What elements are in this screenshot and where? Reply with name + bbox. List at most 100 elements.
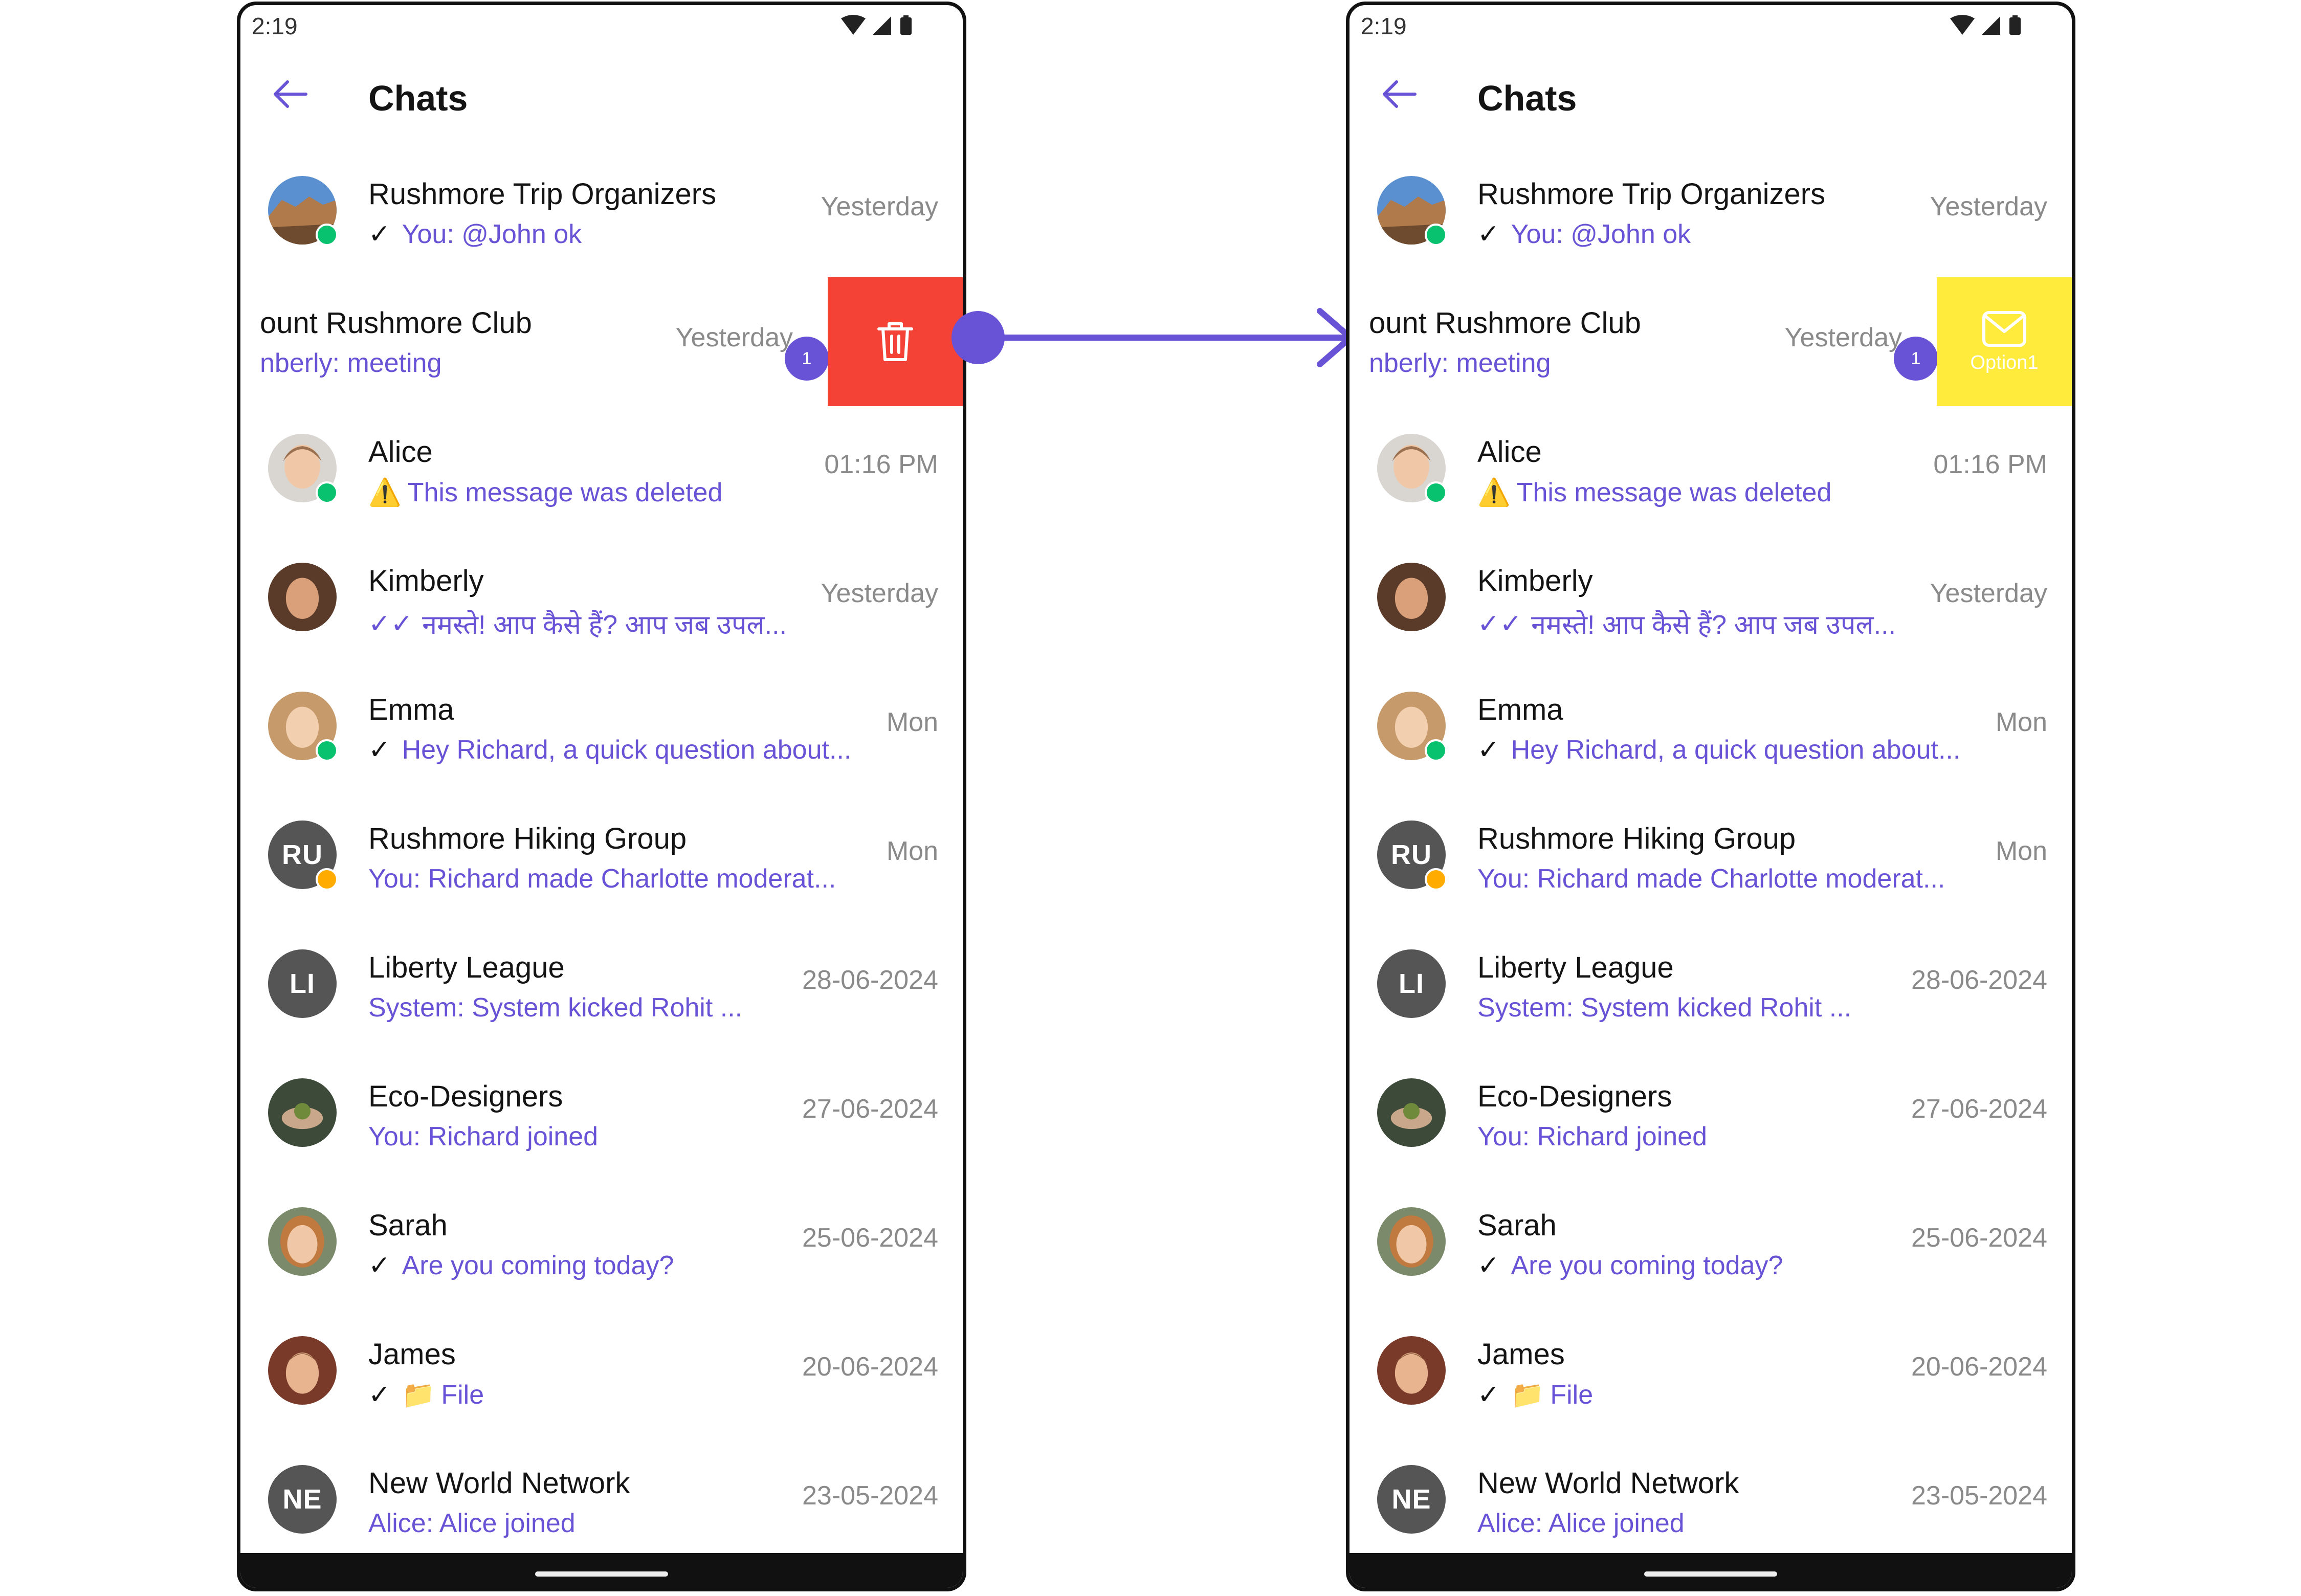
conversation-item[interactable]: LI Liberty League System: System kicked … bbox=[1349, 922, 2072, 1051]
message-preview: नमस्ते! आप कैसे हैं? आप जब उपल... bbox=[422, 610, 787, 640]
option-label: Option1 bbox=[1970, 351, 2039, 373]
page-title: Chats bbox=[1477, 78, 1577, 118]
last-message: System: System kicked Rohit ... bbox=[368, 992, 742, 1023]
conversation-name: Rushmore Trip Organizers bbox=[1477, 178, 1826, 211]
battery-icon bbox=[900, 17, 912, 35]
last-message: ✓ 📁 File bbox=[1477, 1379, 1593, 1410]
conversation-name: Kimberly bbox=[1477, 564, 1593, 597]
conversation-item-swiped[interactable]: ount Rushmore Club nberly: meeting Yeste… bbox=[240, 277, 963, 406]
conversation-name: Rushmore Trip Organizers bbox=[368, 178, 717, 211]
message-date: 28-06-2024 bbox=[1911, 965, 2047, 995]
message-date: 01:16 PM bbox=[1933, 450, 2047, 479]
conversation-item[interactable]: RU Rushmore Hiking Group You: Richard ma… bbox=[240, 793, 963, 922]
conversation-name: Kimberly bbox=[368, 564, 484, 597]
conversation-name: Emma bbox=[1477, 693, 1563, 726]
arrow-left-icon[interactable] bbox=[270, 74, 311, 115]
message-preview: Hey Richard, a quick question about... bbox=[402, 735, 852, 765]
signal-icon bbox=[1982, 16, 2000, 35]
message-date: Mon bbox=[1995, 836, 2047, 866]
conversation-name: Sarah bbox=[1477, 1209, 1557, 1242]
wifi-icon bbox=[841, 15, 866, 35]
conversation-item[interactable]: Kimberly ✓✓ नमस्ते! आप कैसे हैं? आप जब उ… bbox=[1349, 535, 2072, 664]
message-date: Mon bbox=[886, 707, 938, 737]
home-indicator[interactable] bbox=[535, 1571, 668, 1577]
trash-icon bbox=[877, 322, 913, 361]
conversation-item[interactable]: LI Liberty League System: System kicked … bbox=[240, 922, 963, 1051]
conversation-item[interactable]: Sarah ✓ Are you coming today? 25-06-2024 bbox=[240, 1180, 963, 1309]
avatar bbox=[266, 1205, 339, 1278]
avatar bbox=[266, 1076, 339, 1149]
folder-icon: 📁 bbox=[1511, 1380, 1544, 1410]
avatar bbox=[1375, 1334, 1448, 1407]
status-time: 2:19 bbox=[1361, 13, 1407, 39]
sent-receipt-icon: ✓ bbox=[368, 1380, 391, 1410]
conversation-item[interactable]: Rushmore Trip Organizers ✓ You: @John ok… bbox=[240, 148, 963, 277]
conversation-item[interactable]: NE New World Network Alice: Alice joined… bbox=[240, 1437, 963, 1566]
last-message: ⚠️ This message was deleted bbox=[1477, 477, 1831, 508]
conversation-item[interactable]: Eco-Designers You: Richard joined 27-06-… bbox=[1349, 1051, 2072, 1180]
status-icons bbox=[841, 15, 912, 35]
last-message: System: System kicked Rohit ... bbox=[1477, 992, 1851, 1023]
last-message: nberly: meeting bbox=[260, 348, 442, 379]
battery-icon bbox=[2009, 17, 2021, 35]
avatar bbox=[1375, 1205, 1448, 1278]
message-preview: You: Richard made Charlotte moderat... bbox=[368, 864, 836, 894]
conversation-item[interactable]: Emma ✓ Hey Richard, a quick question abo… bbox=[1349, 664, 2072, 793]
conversation-item[interactable]: NE New World Network Alice: Alice joined… bbox=[1349, 1437, 2072, 1566]
last-message: You: Richard made Charlotte moderat... bbox=[1477, 863, 1945, 894]
wifi-icon bbox=[1950, 15, 1975, 35]
conversation-name: Eco-Designers bbox=[1477, 1080, 1672, 1113]
avatar-initials: LI bbox=[266, 947, 339, 1020]
conversation-name: Rushmore Hiking Group bbox=[1477, 822, 1796, 855]
warning-icon: ⚠️ bbox=[1477, 478, 1511, 507]
sent-receipt-icon: ✓ bbox=[1477, 1380, 1500, 1410]
conversation-item-swiped[interactable]: ount Rushmore Club nberly: meeting Yeste… bbox=[1349, 277, 2072, 406]
conversation-item[interactable]: RU Rushmore Hiking Group You: Richard ma… bbox=[1349, 793, 2072, 922]
message-date: Yesterday bbox=[1784, 323, 1902, 352]
last-message: You: Richard joined bbox=[368, 1121, 598, 1152]
conversation-name: Rushmore Hiking Group bbox=[368, 822, 687, 855]
message-date: 01:16 PM bbox=[824, 450, 938, 479]
unread-badge: 1 bbox=[785, 337, 829, 381]
home-indicator[interactable] bbox=[1644, 1571, 1777, 1577]
unread-badge: 1 bbox=[1894, 337, 1938, 381]
transition-arrow-icon bbox=[952, 308, 1354, 367]
sent-receipt-icon: ✓ bbox=[368, 219, 391, 249]
message-preview: File bbox=[1550, 1380, 1594, 1410]
read-receipt-icon: ✓✓ bbox=[368, 609, 413, 639]
sent-receipt-icon: ✓ bbox=[1477, 1251, 1500, 1280]
conversation-item[interactable]: James ✓ 📁 File 20-06-2024 bbox=[1349, 1309, 2072, 1437]
conversation-name: ount Rushmore Club bbox=[260, 306, 532, 340]
conversation-name: New World Network bbox=[1477, 1467, 1739, 1500]
conversation-item[interactable]: Kimberly ✓✓ नमस्ते! आप कैसे हैं? आप जब उ… bbox=[240, 535, 963, 664]
conversation-name: Liberty League bbox=[368, 951, 565, 984]
message-preview: Are you coming today? bbox=[1511, 1251, 1783, 1280]
conversation-item[interactable]: Alice ⚠️ This message was deleted 01:16 … bbox=[240, 406, 963, 535]
message-preview: System: System kicked Rohit ... bbox=[368, 993, 743, 1023]
avatar bbox=[1375, 561, 1448, 633]
last-message: You: Richard joined bbox=[1477, 1121, 1707, 1152]
conversation-item[interactable]: Emma ✓ Hey Richard, a quick question abo… bbox=[240, 664, 963, 793]
sent-receipt-icon: ✓ bbox=[368, 1251, 391, 1280]
conversation-item[interactable]: Rushmore Trip Organizers ✓ You: @John ok… bbox=[1349, 148, 2072, 277]
conversation-item[interactable]: James ✓ 📁 File 20-06-2024 bbox=[240, 1309, 963, 1437]
avatar-initials: NE bbox=[266, 1463, 339, 1536]
delete-swipe-button[interactable] bbox=[828, 277, 963, 406]
app-bar: Chats bbox=[240, 46, 963, 148]
last-message: ✓✓ नमस्ते! आप कैसे हैं? आप जब उपल... bbox=[1477, 606, 1896, 642]
message-date: Mon bbox=[1995, 707, 2047, 737]
message-date: 25-06-2024 bbox=[802, 1223, 938, 1253]
conversation-name: Emma bbox=[368, 693, 454, 726]
avatar bbox=[1375, 1076, 1448, 1149]
mail-icon bbox=[1982, 311, 2026, 347]
sent-receipt-icon: ✓ bbox=[368, 735, 391, 765]
conversation-item[interactable]: Sarah ✓ Are you coming today? 25-06-2024 bbox=[1349, 1180, 2072, 1309]
conversation-item[interactable]: Alice ⚠️ This message was deleted 01:16 … bbox=[1349, 406, 2072, 535]
message-date: 28-06-2024 bbox=[802, 965, 938, 995]
message-preview: You: Richard joined bbox=[1477, 1122, 1708, 1151]
conversation-item[interactable]: Eco-Designers You: Richard joined 27-06-… bbox=[240, 1051, 963, 1180]
option-swipe-button[interactable]: Option1 bbox=[1937, 277, 2072, 406]
status-icons bbox=[1950, 15, 2021, 35]
message-date: 25-06-2024 bbox=[1911, 1223, 2047, 1253]
arrow-left-icon[interactable] bbox=[1379, 74, 1420, 115]
